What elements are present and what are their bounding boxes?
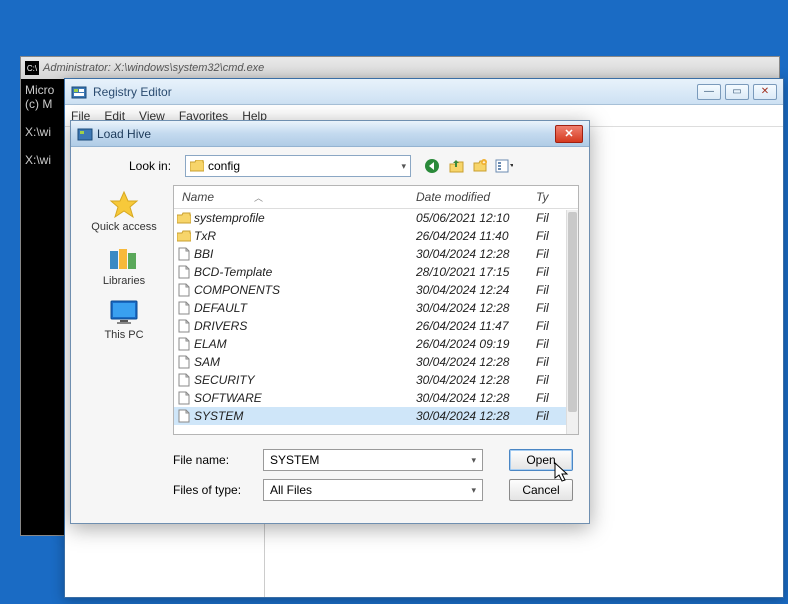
cancel-button[interactable]: Cancel	[509, 479, 573, 501]
file-row[interactable]: BBI30/04/2024 12:28Fil	[174, 245, 578, 263]
file-date: 28/10/2021 17:15	[416, 265, 536, 279]
file-row[interactable]: SECURITY30/04/2024 12:28Fil	[174, 371, 578, 389]
monitor-icon	[108, 297, 140, 329]
file-date: 30/04/2024 12:28	[416, 247, 536, 261]
file-list-header[interactable]: Name ︿ Date modified Ty	[174, 186, 578, 209]
dialog-close-button[interactable]: ✕	[555, 125, 583, 143]
new-folder-button[interactable]: ✦	[471, 157, 489, 175]
file-name: BBI	[192, 247, 416, 261]
file-name: DEFAULT	[192, 301, 416, 315]
file-date: 26/04/2024 11:40	[416, 229, 536, 243]
up-button[interactable]	[447, 157, 465, 175]
dialog-title: Load Hive	[97, 127, 555, 141]
file-name: COMPONENTS	[192, 283, 416, 297]
file-row[interactable]: DEFAULT30/04/2024 12:28Fil	[174, 299, 578, 317]
minimize-button[interactable]: —	[697, 84, 721, 100]
file-icon	[176, 373, 192, 387]
file-date: 30/04/2024 12:28	[416, 355, 536, 369]
file-date: 26/04/2024 09:19	[416, 337, 536, 351]
libraries-icon	[108, 243, 140, 275]
file-date: 30/04/2024 12:28	[416, 409, 536, 423]
file-icon	[176, 283, 192, 297]
file-date: 30/04/2024 12:24	[416, 283, 536, 297]
file-icon	[176, 355, 192, 369]
file-name: BCD-Template	[192, 265, 416, 279]
file-row[interactable]: DRIVERS26/04/2024 11:47Fil	[174, 317, 578, 335]
folder-icon	[176, 212, 192, 224]
cmd-titlebar[interactable]: C:\ Administrator: X:\windows\system32\c…	[21, 57, 779, 79]
file-name: SAM	[192, 355, 416, 369]
cmd-title: Administrator: X:\windows\system32\cmd.e…	[43, 62, 264, 74]
place-quick-access[interactable]: Quick access	[91, 189, 156, 233]
file-date: 30/04/2024 12:28	[416, 373, 536, 387]
dialog-icon	[77, 126, 93, 142]
file-icon	[176, 409, 192, 423]
chevron-down-icon: ▾	[401, 161, 406, 172]
file-name: SOFTWARE	[192, 391, 416, 405]
lookin-label: Look in:	[129, 159, 179, 173]
file-name: systemprofile	[192, 211, 416, 225]
scrollbar[interactable]	[566, 210, 578, 434]
file-icon	[176, 319, 192, 333]
file-name: TxR	[192, 229, 416, 243]
file-icon	[176, 247, 192, 261]
folder-icon	[190, 160, 204, 172]
svg-text:✦: ✦	[482, 160, 486, 166]
file-row[interactable]: systemprofile05/06/2021 12:10Fil	[174, 209, 578, 227]
file-date: 30/04/2024 12:28	[416, 391, 536, 405]
lookin-combo[interactable]: config ▾	[185, 155, 411, 177]
scrollbar-thumb[interactable]	[568, 212, 577, 412]
sort-indicator-icon: ︿	[254, 191, 263, 204]
file-row[interactable]: SYSTEM30/04/2024 12:28Fil	[174, 407, 578, 425]
file-icon	[176, 265, 192, 279]
open-button[interactable]: Open	[509, 449, 573, 471]
filename-label: File name:	[173, 453, 253, 467]
window-controls: — ▭ ✕	[697, 84, 777, 100]
file-icon	[176, 337, 192, 351]
regedit-titlebar[interactable]: Registry Editor — ▭ ✕	[65, 79, 783, 105]
col-name[interactable]: Name	[182, 190, 214, 204]
file-name: DRIVERS	[192, 319, 416, 333]
chevron-down-icon: ▾	[471, 455, 476, 466]
file-name: SECURITY	[192, 373, 416, 387]
maximize-button[interactable]: ▭	[725, 84, 749, 100]
filename-input[interactable]: SYSTEM ▾	[263, 449, 483, 471]
star-icon	[108, 189, 140, 221]
filetype-combo[interactable]: All Files ▾	[263, 479, 483, 501]
regedit-title: Registry Editor	[93, 85, 697, 99]
places-bar: Quick access Libraries This PC	[81, 185, 167, 435]
file-list[interactable]: Name ︿ Date modified Ty systemprofile05/0…	[173, 185, 579, 435]
back-button[interactable]	[423, 157, 441, 175]
file-row[interactable]: SOFTWARE30/04/2024 12:28Fil	[174, 389, 578, 407]
file-row[interactable]: TxR26/04/2024 11:40Fil	[174, 227, 578, 245]
regedit-icon	[71, 84, 87, 100]
file-row[interactable]: SAM30/04/2024 12:28Fil	[174, 353, 578, 371]
col-date[interactable]: Date modified	[416, 190, 536, 204]
file-row[interactable]: COMPONENTS30/04/2024 12:24Fil	[174, 281, 578, 299]
file-date: 05/06/2021 12:10	[416, 211, 536, 225]
file-date: 26/04/2024 11:47	[416, 319, 536, 333]
place-libraries[interactable]: Libraries	[103, 243, 145, 287]
cmd-icon: C:\	[25, 61, 39, 75]
file-row[interactable]: BCD-Template28/10/2021 17:15Fil	[174, 263, 578, 281]
filetype-label: Files of type:	[173, 483, 253, 497]
file-name: ELAM	[192, 337, 416, 351]
dialog-titlebar[interactable]: Load Hive ✕	[71, 121, 589, 147]
lookin-value: config	[208, 159, 240, 173]
file-row[interactable]: ELAM26/04/2024 09:19Fil	[174, 335, 578, 353]
chevron-down-icon: ▾	[471, 485, 476, 496]
close-button[interactable]: ✕	[753, 84, 777, 100]
file-icon	[176, 391, 192, 405]
file-icon	[176, 301, 192, 315]
load-hive-dialog: Load Hive ✕ Look in: config ▾ ✦	[70, 120, 590, 524]
file-name: SYSTEM	[192, 409, 416, 423]
view-menu-button[interactable]	[495, 157, 513, 175]
place-this-pc[interactable]: This PC	[104, 297, 143, 341]
folder-icon	[176, 230, 192, 242]
file-date: 30/04/2024 12:28	[416, 301, 536, 315]
col-type[interactable]: Ty	[536, 190, 576, 204]
